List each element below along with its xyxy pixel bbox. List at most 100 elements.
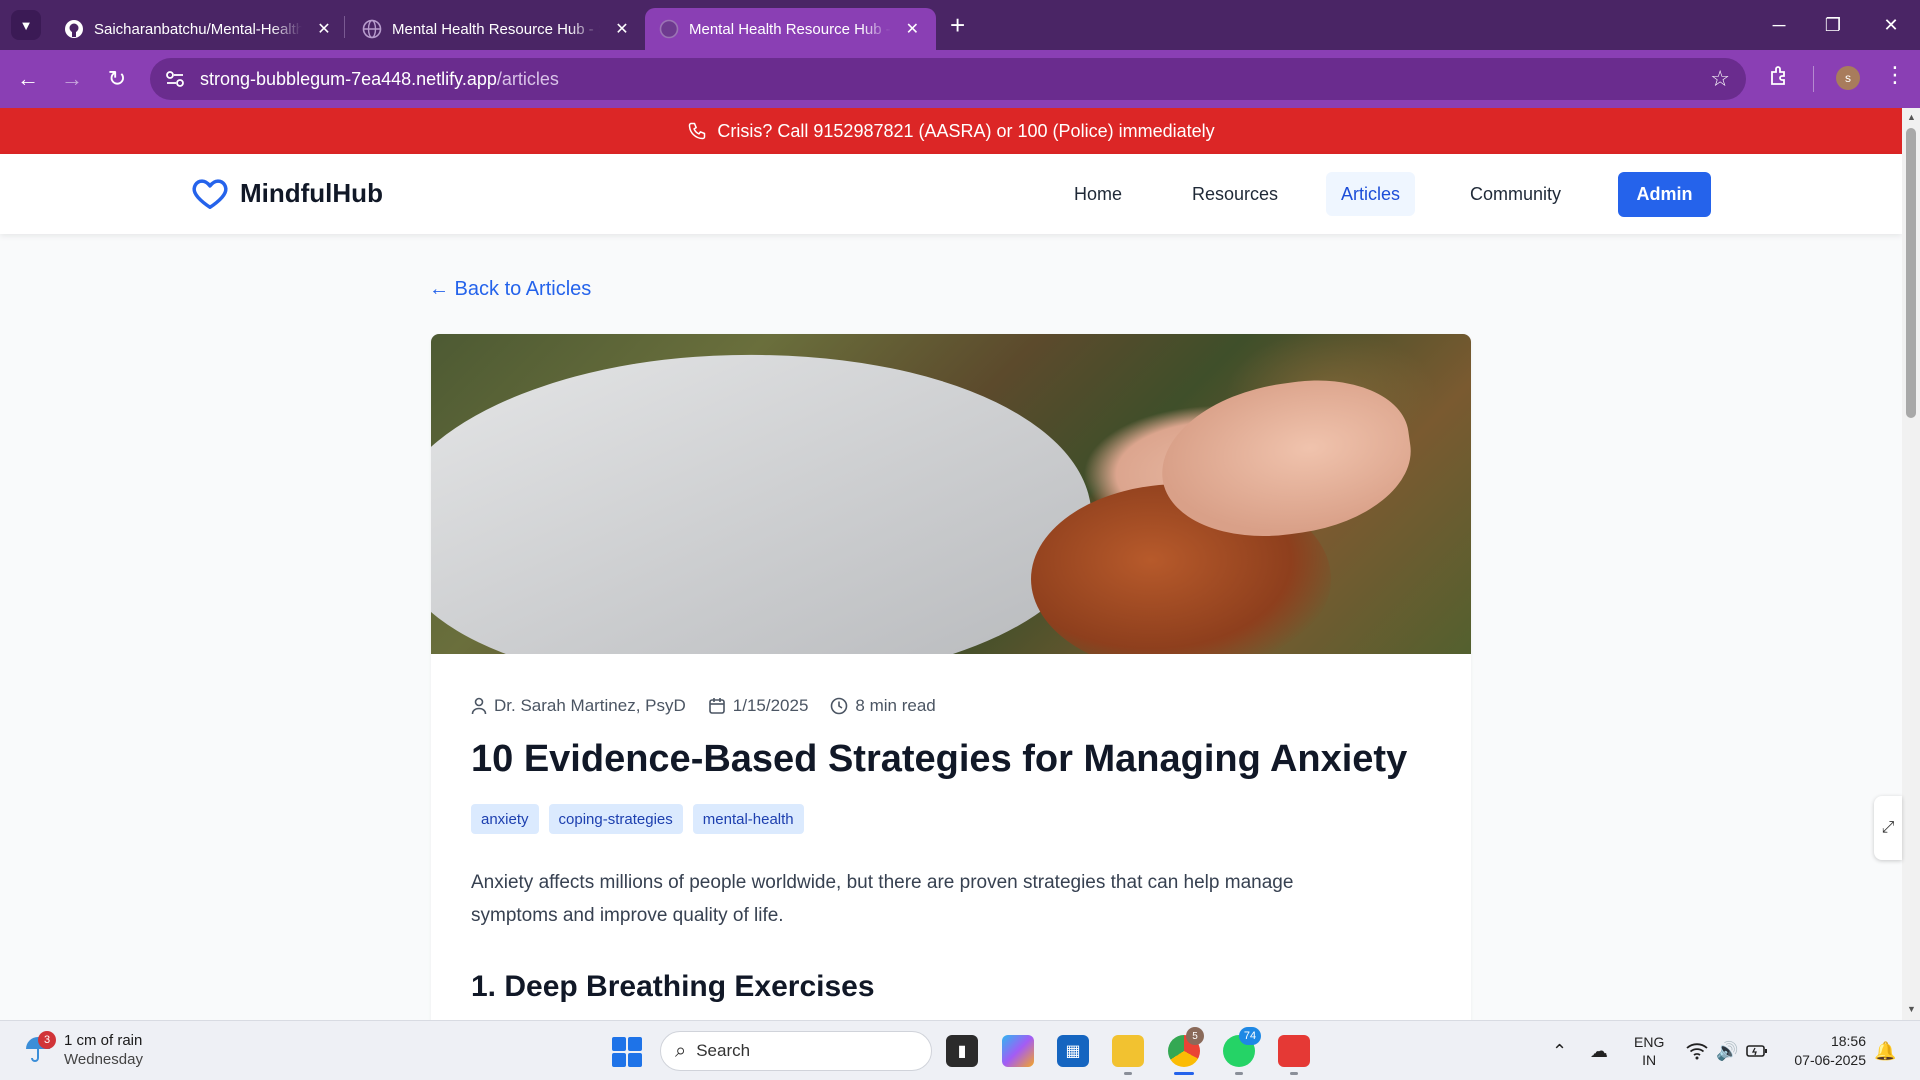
url-path: /articles bbox=[496, 68, 559, 89]
reload-icon[interactable]: ↻ bbox=[102, 64, 132, 94]
tab-separator bbox=[344, 16, 345, 38]
tag-mental-health[interactable]: mental-health bbox=[692, 804, 804, 834]
page-scrollbar[interactable]: ▲ ▼ bbox=[1902, 108, 1920, 1020]
restore-icon[interactable]: ❐ bbox=[1810, 0, 1856, 50]
toolbar-separator bbox=[1813, 66, 1814, 92]
copilot-icon[interactable] bbox=[1002, 1035, 1034, 1067]
author-name: Dr. Sarah Martinez, PsyD bbox=[494, 696, 686, 715]
task-view-icon[interactable]: ▮ bbox=[946, 1035, 978, 1067]
address-bar[interactable]: strong-bubblegum-7ea448.netlify.app/arti… bbox=[150, 58, 1746, 100]
url-text: strong-bubblegum-7ea448.netlify.app/arti… bbox=[200, 69, 559, 90]
windows-start-icon[interactable] bbox=[612, 1037, 642, 1067]
tab-title: Mental Health Resource Hub - Support & R… bbox=[689, 20, 891, 38]
article-hero-image bbox=[431, 334, 1471, 654]
back-arrow-icon[interactable]: ← bbox=[13, 64, 43, 94]
site-logo[interactable]: MindfulHub bbox=[190, 174, 383, 212]
more-menu-icon[interactable]: ⋮ bbox=[1884, 62, 1906, 88]
chrome-profile-badge: 5 bbox=[1186, 1027, 1204, 1045]
nav-resources[interactable]: Resources bbox=[1177, 172, 1293, 216]
article-title: 10 Evidence-Based Strategies for Managin… bbox=[471, 738, 1408, 780]
nav-home[interactable]: Home bbox=[1059, 172, 1137, 216]
github-icon bbox=[64, 19, 84, 39]
crisis-text: Crisis? Call 9152987821 (AASRA) or 100 (… bbox=[717, 120, 1215, 141]
umbrella-icon: 3 bbox=[24, 1031, 56, 1065]
nav-articles[interactable]: Articles bbox=[1326, 172, 1416, 216]
read-time-meta: 8 min read bbox=[830, 696, 936, 716]
clock-date: 07-06-2025 bbox=[1794, 1052, 1866, 1068]
minimize-icon[interactable]: ─ bbox=[1756, 0, 1802, 50]
section-heading: 1. Deep Breathing Exercises bbox=[471, 970, 875, 1003]
forward-arrow-icon[interactable]: → bbox=[57, 64, 87, 94]
system-clock[interactable]: 18:56 07-06-2025 bbox=[1784, 1032, 1866, 1070]
whatsapp-icon[interactable]: 74 bbox=[1223, 1027, 1261, 1067]
app-running-indicator bbox=[1124, 1072, 1132, 1075]
tag-coping-strategies[interactable]: coping-strategies bbox=[548, 804, 683, 834]
tab-title: Saicharanbatchu/Mental-Health-Resource-H… bbox=[94, 20, 302, 38]
calendar-icon bbox=[708, 698, 725, 714]
browser-toolbar: ← → ↻ strong-bubblegum-7ea448.netlify.ap… bbox=[0, 50, 1920, 108]
chevron-down-icon: ▼ bbox=[19, 17, 33, 33]
taskbar-search[interactable]: ⌕ Search bbox=[660, 1031, 932, 1071]
tab-search-button[interactable]: ▼ bbox=[11, 10, 41, 40]
extensions-puzzle-icon[interactable] bbox=[1768, 64, 1792, 94]
wifi-icon[interactable] bbox=[1686, 1021, 1708, 1080]
globe-icon bbox=[659, 19, 679, 39]
file-explorer-icon[interactable] bbox=[1112, 1035, 1144, 1067]
article-card: Dr. Sarah Martinez, PsyD 1/15/2025 8 min… bbox=[431, 334, 1471, 1024]
weather-widget[interactable]: 3 1 cm of rain Wednesday bbox=[24, 1031, 143, 1069]
read-time: 8 min read bbox=[855, 696, 936, 715]
author-meta: Dr. Sarah Martinez, PsyD bbox=[471, 696, 686, 716]
site-info-icon[interactable] bbox=[164, 68, 186, 90]
bookmark-star-icon[interactable]: ☆ bbox=[1710, 66, 1730, 92]
clock-time: 18:56 bbox=[1830, 1033, 1866, 1049]
hero-shirt-shape bbox=[431, 334, 1102, 654]
input-language[interactable]: ENG IN bbox=[1634, 1033, 1664, 1069]
article-intro: Anxiety affects millions of people world… bbox=[471, 872, 1294, 926]
site-header: MindfulHub Home Resources Articles Commu… bbox=[0, 154, 1902, 234]
close-tab-icon[interactable]: ✕ bbox=[903, 19, 922, 39]
volume-icon[interactable]: 🔊 bbox=[1716, 1021, 1738, 1080]
nav-community[interactable]: Community bbox=[1455, 172, 1576, 216]
browser-tab-hub-active[interactable]: Mental Health Resource Hub - Support & R… bbox=[645, 8, 936, 50]
browser-tab-github[interactable]: Saicharanbatchu/Mental-Health-Resource-H… bbox=[50, 8, 348, 50]
tag-anxiety[interactable]: anxiety bbox=[471, 804, 539, 834]
lang-bottom: IN bbox=[1642, 1052, 1657, 1068]
weather-sub: Wednesday bbox=[64, 1051, 143, 1068]
weather-main: 1 cm of rain bbox=[64, 1032, 143, 1049]
scroll-down-arrow-icon[interactable]: ▼ bbox=[1907, 1004, 1916, 1014]
weather-badge: 3 bbox=[38, 1031, 56, 1049]
whatsapp-badge: 74 bbox=[1239, 1027, 1261, 1045]
date-meta: 1/15/2025 bbox=[708, 696, 809, 716]
red-app-icon[interactable] bbox=[1278, 1035, 1310, 1067]
close-tab-icon[interactable]: ✕ bbox=[612, 19, 632, 39]
window-close-icon[interactable]: ✕ bbox=[1868, 0, 1914, 50]
publish-date: 1/15/2025 bbox=[732, 696, 809, 715]
search-icon: ⌕ bbox=[675, 1039, 687, 1062]
phone-icon bbox=[689, 122, 706, 140]
battery-icon[interactable] bbox=[1746, 1021, 1768, 1080]
globe-icon bbox=[362, 19, 382, 39]
onedrive-cloud-icon[interactable]: ☁ bbox=[1590, 1021, 1608, 1080]
app-running-indicator bbox=[1290, 1072, 1298, 1075]
tag-list: anxiety coping-strategies mental-health bbox=[471, 804, 814, 834]
app-active-indicator bbox=[1174, 1072, 1194, 1075]
store-icon[interactable]: ▦ bbox=[1057, 1035, 1089, 1067]
show-hidden-icons-chevron-icon[interactable]: ⌃ bbox=[1552, 1021, 1567, 1080]
scrollbar-thumb[interactable] bbox=[1906, 128, 1916, 418]
windows-taskbar: 3 1 cm of rain Wednesday ⌕ Search ▮ ▦ 5 … bbox=[0, 1020, 1920, 1080]
side-panel-toggle-icon[interactable]: ⤢ bbox=[1874, 796, 1902, 860]
back-to-articles-link[interactable]: ← Back to Articles bbox=[429, 278, 591, 301]
browser-tab-hub-1[interactable]: Mental Health Resource Hub - Support & R… bbox=[348, 8, 646, 50]
new-tab-button[interactable]: + bbox=[950, 12, 965, 38]
clock-icon bbox=[831, 697, 848, 715]
article-meta: Dr. Sarah Martinez, PsyD 1/15/2025 8 min… bbox=[471, 696, 958, 716]
notification-bell-icon[interactable]: 🔔 bbox=[1874, 1021, 1896, 1080]
admin-button[interactable]: Admin bbox=[1618, 172, 1711, 217]
profile-avatar[interactable]: s bbox=[1836, 66, 1860, 90]
crisis-banner: Crisis? Call 9152987821 (AASRA) or 100 (… bbox=[0, 108, 1902, 154]
url-domain: strong-bubblegum-7ea448.netlify.app bbox=[200, 68, 497, 89]
chrome-icon[interactable]: 5 bbox=[1168, 1027, 1204, 1067]
scroll-up-arrow-icon[interactable]: ▲ bbox=[1907, 112, 1916, 122]
close-tab-icon[interactable]: ✕ bbox=[314, 19, 334, 39]
search-placeholder: Search bbox=[696, 1041, 751, 1060]
